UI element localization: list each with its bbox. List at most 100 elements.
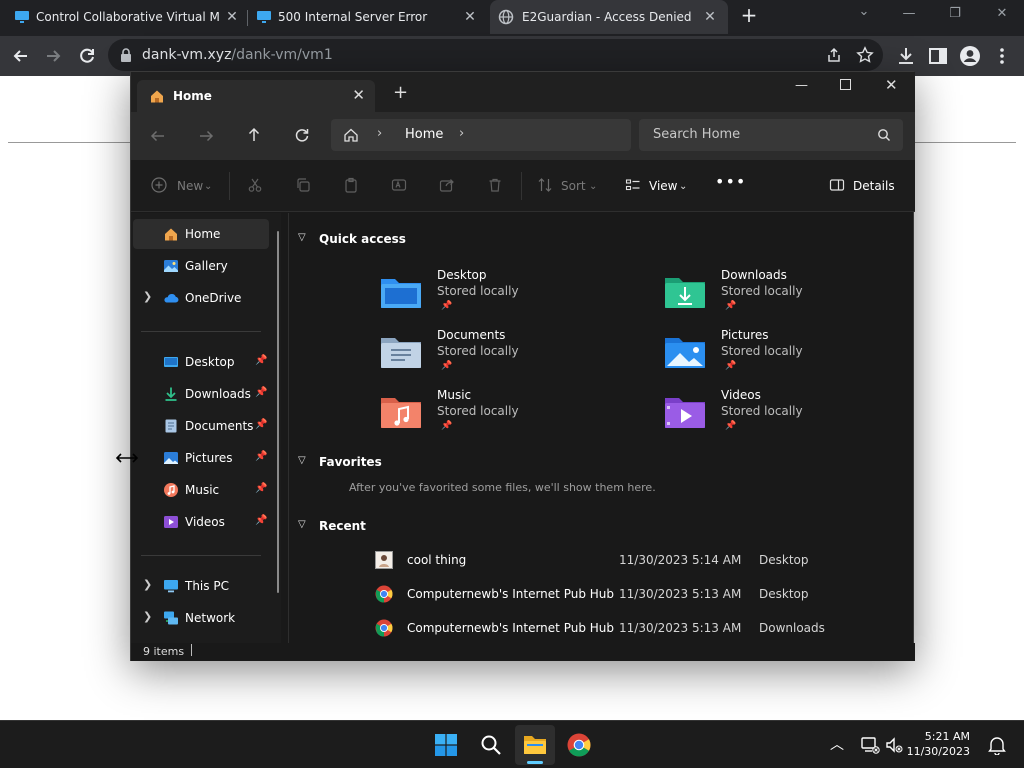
- restore-button[interactable]: ❐: [943, 6, 967, 26]
- collapse-chevron-icon[interactable]: ▽: [298, 519, 306, 530]
- details-button[interactable]: Details: [853, 179, 895, 193]
- sidebar-scrollbar[interactable]: [277, 231, 279, 593]
- pin-icon[interactable]: 📌: [255, 451, 267, 462]
- share-icon[interactable]: [826, 47, 842, 63]
- expand-chevron-icon[interactable]: ❯: [143, 610, 152, 623]
- notification-bell-icon[interactable]: [988, 735, 1006, 755]
- sidebar-item-music[interactable]: Music 📌: [133, 475, 269, 505]
- minimize-button[interactable]: —: [795, 78, 808, 93]
- network-status-icon[interactable]: [860, 735, 880, 755]
- image-file-icon: [375, 551, 393, 569]
- recent-header[interactable]: ▽ Recent: [298, 519, 366, 533]
- show-hidden-icons-chevron-icon[interactable]: ︿: [830, 734, 844, 754]
- up-arrow-icon[interactable]: [245, 126, 263, 144]
- favorites-header[interactable]: ▽ Favorites: [298, 455, 382, 469]
- breadcrumb-home[interactable]: Home: [405, 127, 443, 142]
- view-button[interactable]: View: [649, 179, 677, 193]
- lock-icon[interactable]: [120, 48, 132, 62]
- tab-search-chevron-icon[interactable]: ⌄: [852, 4, 876, 24]
- home-outline-icon[interactable]: [343, 127, 359, 143]
- breadcrumb[interactable]: › Home ›: [331, 119, 631, 151]
- breadcrumb-chevron-icon[interactable]: ›: [377, 126, 382, 141]
- rename-icon[interactable]: [391, 177, 407, 193]
- back-arrow-icon[interactable]: [149, 127, 167, 145]
- quick-access-downloads[interactable]: Downloads Stored locally 📌: [663, 268, 913, 324]
- close-tab-icon[interactable]: ✕: [462, 9, 478, 25]
- delete-icon[interactable]: [487, 177, 503, 193]
- quick-access-desktop[interactable]: Desktop Stored locally 📌: [379, 268, 629, 324]
- sidebar-item-documents[interactable]: Documents 📌: [133, 411, 269, 441]
- browser-tab-2[interactable]: 500 Internal Server Error ✕: [250, 0, 488, 34]
- address-bar[interactable]: dank-vm.xyz/dank-vm/vm1: [108, 39, 883, 71]
- sidebar-item-this-pc[interactable]: ❯ This PC: [133, 571, 269, 601]
- sort-button[interactable]: Sort: [561, 179, 586, 193]
- explorer-tab-home[interactable]: Home ✕: [137, 80, 375, 112]
- share-icon[interactable]: [439, 177, 455, 193]
- quick-access-pictures[interactable]: Pictures Stored locally 📌: [663, 328, 913, 384]
- new-button[interactable]: New: [177, 179, 203, 193]
- volume-muted-icon[interactable]: [884, 735, 904, 755]
- pin-icon[interactable]: 📌: [255, 515, 267, 526]
- pin-icon[interactable]: 📌: [255, 483, 267, 494]
- collapse-chevron-icon[interactable]: ▽: [298, 232, 306, 243]
- sidebar-item-home[interactable]: Home: [133, 219, 269, 249]
- recent-row[interactable]: cool thing 11/30/2023 5:14 AM Desktop: [375, 545, 885, 575]
- sidebar-item-downloads[interactable]: Downloads 📌: [133, 379, 269, 409]
- expand-chevron-icon[interactable]: ❯: [143, 578, 152, 591]
- browser-tab-3[interactable]: E2Guardian - Access Denied ✕: [490, 0, 728, 34]
- more-menu-icon[interactable]: [991, 45, 1013, 67]
- forward-arrow-icon[interactable]: [42, 45, 64, 67]
- side-panel-icon[interactable]: [927, 45, 949, 67]
- sidebar-item-gallery[interactable]: Gallery: [133, 251, 269, 281]
- quick-access-header[interactable]: ▽ Quick access: [298, 232, 406, 246]
- back-arrow-icon[interactable]: [10, 45, 32, 67]
- sidebar-item-videos[interactable]: Videos 📌: [133, 507, 269, 537]
- cut-icon[interactable]: [247, 177, 263, 193]
- sidebar-item-desktop[interactable]: Desktop 📌: [133, 347, 269, 377]
- sort-icon[interactable]: [537, 177, 553, 193]
- quick-access-videos[interactable]: Videos Stored locally 📌: [663, 388, 913, 444]
- pin-icon[interactable]: 📌: [255, 355, 267, 366]
- forward-arrow-icon[interactable]: [197, 127, 215, 145]
- pin-icon[interactable]: 📌: [255, 419, 267, 430]
- chrome-icon[interactable]: [567, 733, 591, 757]
- pin-icon[interactable]: 📌: [255, 387, 267, 398]
- recent-row[interactable]: Computernewb's Internet Pub Hub 11/30/20…: [375, 613, 885, 643]
- start-menu-icon[interactable]: [435, 734, 457, 756]
- paste-icon[interactable]: [343, 177, 359, 193]
- quick-access-documents[interactable]: Documents Stored locally 📌: [379, 328, 629, 384]
- browser-tab-1[interactable]: Control Collaborative Virtual Ma ✕: [8, 0, 246, 34]
- close-window-button[interactable]: ✕: [990, 6, 1014, 26]
- minimize-button[interactable]: —: [897, 6, 921, 26]
- item-count: 9 items: [143, 645, 185, 658]
- new-icon[interactable]: [151, 177, 167, 193]
- quick-access-music[interactable]: Music Stored locally 📌: [379, 388, 629, 444]
- copy-icon[interactable]: [295, 177, 311, 193]
- view-icon[interactable]: [625, 177, 641, 193]
- download-icon[interactable]: [895, 45, 917, 67]
- new-tab-button[interactable]: +: [737, 3, 761, 27]
- bookmark-star-icon[interactable]: [856, 46, 874, 64]
- expand-chevron-icon[interactable]: ❯: [143, 290, 152, 303]
- more-options-icon[interactable]: •••: [715, 172, 746, 191]
- close-tab-icon[interactable]: ✕: [702, 9, 718, 25]
- profile-icon[interactable]: [959, 45, 981, 67]
- close-tab-icon[interactable]: ✕: [224, 9, 240, 25]
- recent-row[interactable]: Computernewb's Internet Pub Hub 11/30/20…: [375, 579, 885, 609]
- maximize-button[interactable]: [840, 79, 851, 90]
- reload-icon[interactable]: [76, 45, 98, 67]
- sidebar-item-pictures[interactable]: Pictures 📌: [133, 443, 269, 473]
- sidebar-item-onedrive[interactable]: ❯ OneDrive: [133, 283, 269, 313]
- search-icon[interactable]: [480, 734, 502, 756]
- system-clock[interactable]: 5:21 AM 11/30/2023: [904, 729, 970, 759]
- refresh-icon[interactable]: [293, 126, 311, 144]
- file-explorer-taskbar-button[interactable]: [515, 725, 555, 765]
- close-window-button[interactable]: ✕: [885, 76, 898, 94]
- sidebar-item-network[interactable]: ❯ Network: [133, 603, 269, 633]
- close-tab-icon[interactable]: ✕: [352, 86, 365, 104]
- new-tab-button[interactable]: +: [393, 82, 408, 103]
- search-input[interactable]: Search Home: [639, 119, 903, 151]
- details-pane-icon[interactable]: [829, 177, 845, 193]
- breadcrumb-chevron-icon[interactable]: ›: [459, 126, 464, 141]
- collapse-chevron-icon[interactable]: ▽: [298, 455, 306, 466]
